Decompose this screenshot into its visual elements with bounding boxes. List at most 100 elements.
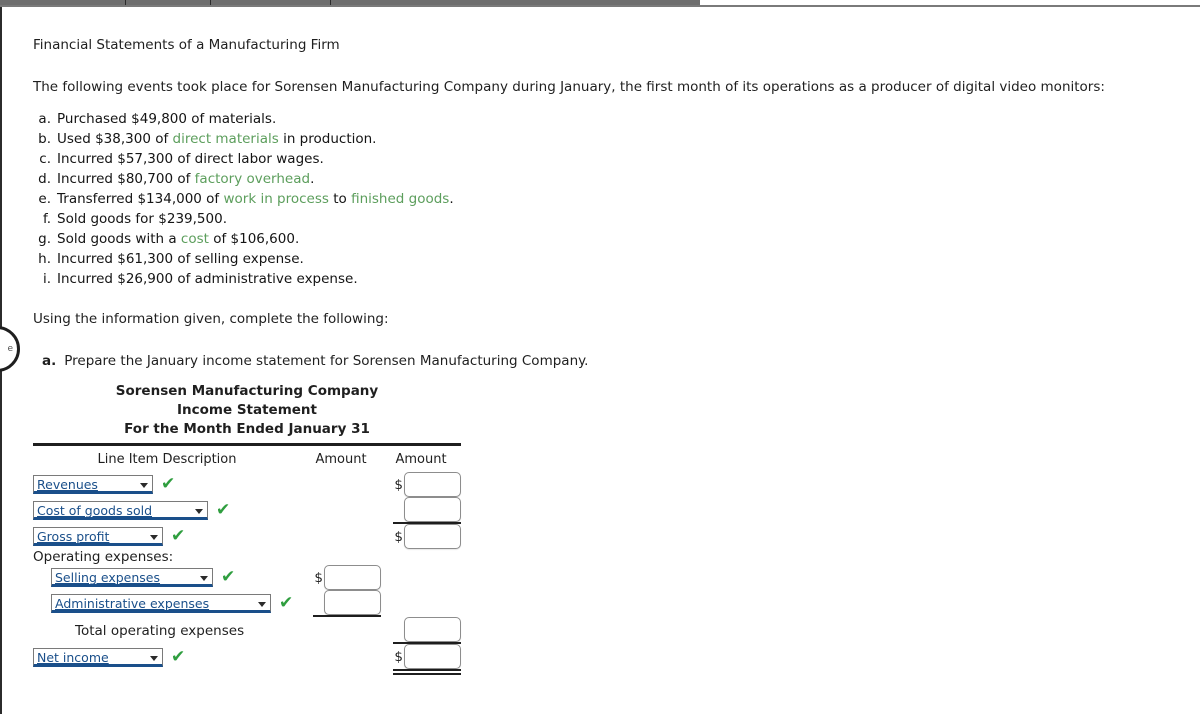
text-fragment: to [328,191,352,207]
amount-input[interactable] [404,524,461,549]
dollar-sign: $ [394,622,403,638]
list-item-marker: i. [42,271,51,287]
amount-cell-2: $ [381,497,461,524]
amount-cell-2 [381,590,461,617]
amount-cell-2: $ [381,644,461,675]
dollar-sign: $ [394,528,403,545]
money-group: $ [393,497,461,522]
text-fragment: Incurred $26,900 of administrative expen… [57,271,358,287]
amount-cell-inner: $ [393,524,461,549]
line-item-wrapper: Operating expenses: [33,549,301,565]
chevron-down-icon[interactable] [200,576,208,581]
list-item-marker: d. [38,171,51,187]
checkmark-icon: ✔ [216,500,231,520]
amount-cell-2: $ [381,524,461,549]
glossary-link[interactable]: finished goods [351,191,449,207]
text-fragment: Sold goods with a [57,231,181,247]
list-item: b. Used $38,300 of direct materials in pr… [33,129,1183,149]
statement-period: For the Month Ended January 31 [124,421,370,437]
line-item-wrapper: Total operating expenses [33,623,301,639]
amount-cell-1 [301,497,381,524]
list-item-text: Purchased $49,800 of materials. [57,109,276,129]
list-item: f. Sold goods for $239,500. [33,209,1183,229]
chevron-down-icon[interactable] [150,656,158,661]
text-fragment: in production. [278,131,377,147]
amount-input[interactable] [404,617,461,642]
line-item-wrapper: Selling expenses ✔ [33,568,301,587]
table-row: Administrative expenses ✔ $ [33,590,461,617]
amount-input[interactable] [324,590,381,615]
amount-cell-2: $ [381,617,461,644]
instruction-line: Using the information given, complete th… [33,311,389,327]
chevron-down-icon[interactable] [140,483,148,488]
amount-input[interactable] [404,497,461,522]
line-item-cell: Net income ✔ [33,644,301,671]
list-item-marker: a. [38,111,51,127]
glossary-link[interactable]: work in process [223,191,328,207]
line-item-select[interactable]: Net income [33,648,163,667]
statement-title: Income Statement [176,402,318,418]
question-marker-badge: e [0,326,20,372]
chevron-down-icon[interactable] [258,602,266,607]
checkmark-icon: ✔ [161,474,176,494]
money-group: $ [313,565,381,590]
amount-input[interactable] [404,472,461,497]
glossary-link[interactable]: cost [181,231,209,247]
statement-company-name: Sorensen Manufacturing Company [115,383,379,399]
text-fragment: Used $38,300 of [57,131,173,147]
line-item-cell: Administrative expenses ✔ [33,590,301,617]
table-row: Cost of goods sold ✔ $ [33,497,461,524]
line-item-wrapper: Administrative expenses ✔ [33,594,301,613]
line-item-label: Total operating expenses [75,622,245,639]
amount-cell-1 [301,524,381,549]
amount-input[interactable] [324,565,381,590]
amount-input[interactable] [404,644,461,669]
table-row: Gross profit ✔ $ [33,524,461,549]
part-a-label: a. [42,353,57,369]
table-header-row: Line Item Description Amount Amount [33,446,461,472]
events-list: a. Purchased $49,800 of materials. b. Used … [33,109,1183,289]
chevron-down-icon[interactable] [150,535,158,540]
amount-cell-1: $ [301,565,381,590]
part-a-text: Prepare the January income statement for… [64,353,589,369]
text-fragment: Transferred $134,000 of [57,191,224,207]
statement-body: Revenues✔ $Cost of goods sold✔ $Gross pr… [33,472,461,675]
glossary-link[interactable]: direct materials [173,131,279,147]
browser-tab-strip[interactable] [0,0,1200,7]
amount-cell-inner: $ [393,617,461,644]
amount-cell-inner: $ [313,565,381,590]
page-content: Financial Statements of a Manufacturing … [33,7,1183,675]
text-fragment: Sold goods for $239,500. [57,211,227,227]
line-item-wrapper: Revenues ✔ [33,475,301,494]
amount-cell-inner: $ [313,590,381,617]
list-item-text: Used $38,300 of direct materials in prod… [57,129,376,149]
line-item-select[interactable]: Cost of goods sold [33,501,208,520]
money-group: $ [313,590,381,615]
amount-cell-1 [301,549,381,565]
list-item-marker: e. [38,191,51,207]
amount-cell-2 [381,549,461,565]
list-item: g. Sold goods with a cost of $106,600. [33,229,1183,249]
line-item-select[interactable]: Gross profit [33,527,163,546]
line-item-select[interactable]: Selling expenses [51,568,213,587]
line-item-cell: Revenues ✔ [33,472,301,497]
dollar-sign: $ [314,595,323,611]
glossary-link[interactable]: factory overhead [195,171,310,187]
text-fragment: . [310,171,315,187]
list-item-text: Sold goods with a cost of $106,600. [57,229,299,249]
line-item-wrapper: Gross profit ✔ [33,527,301,546]
line-item-cell: Gross profit ✔ [33,524,301,549]
line-item-select[interactable]: Revenues [33,475,153,494]
list-item: c. Incurred $57,300 of direct labor wages… [33,149,1183,169]
chevron-down-icon[interactable] [195,509,203,514]
text-fragment: Incurred $61,300 of selling expense. [57,251,304,267]
list-item: i. Incurred $26,900 of administrative exp… [33,269,1183,289]
list-item: e. Transferred $134,000 of work in proces… [33,189,1183,209]
list-item: d. Incurred $80,700 of factory overhead. [33,169,1183,189]
list-item-text: Incurred $57,300 of direct labor wages. [57,149,324,169]
dollar-sign: $ [394,648,403,665]
table-row: Revenues ✔ $ [33,472,461,497]
line-item-select[interactable]: Administrative expenses [51,594,271,613]
amount-cell-1 [301,472,381,497]
amount-cell-inner: $ [393,472,461,497]
